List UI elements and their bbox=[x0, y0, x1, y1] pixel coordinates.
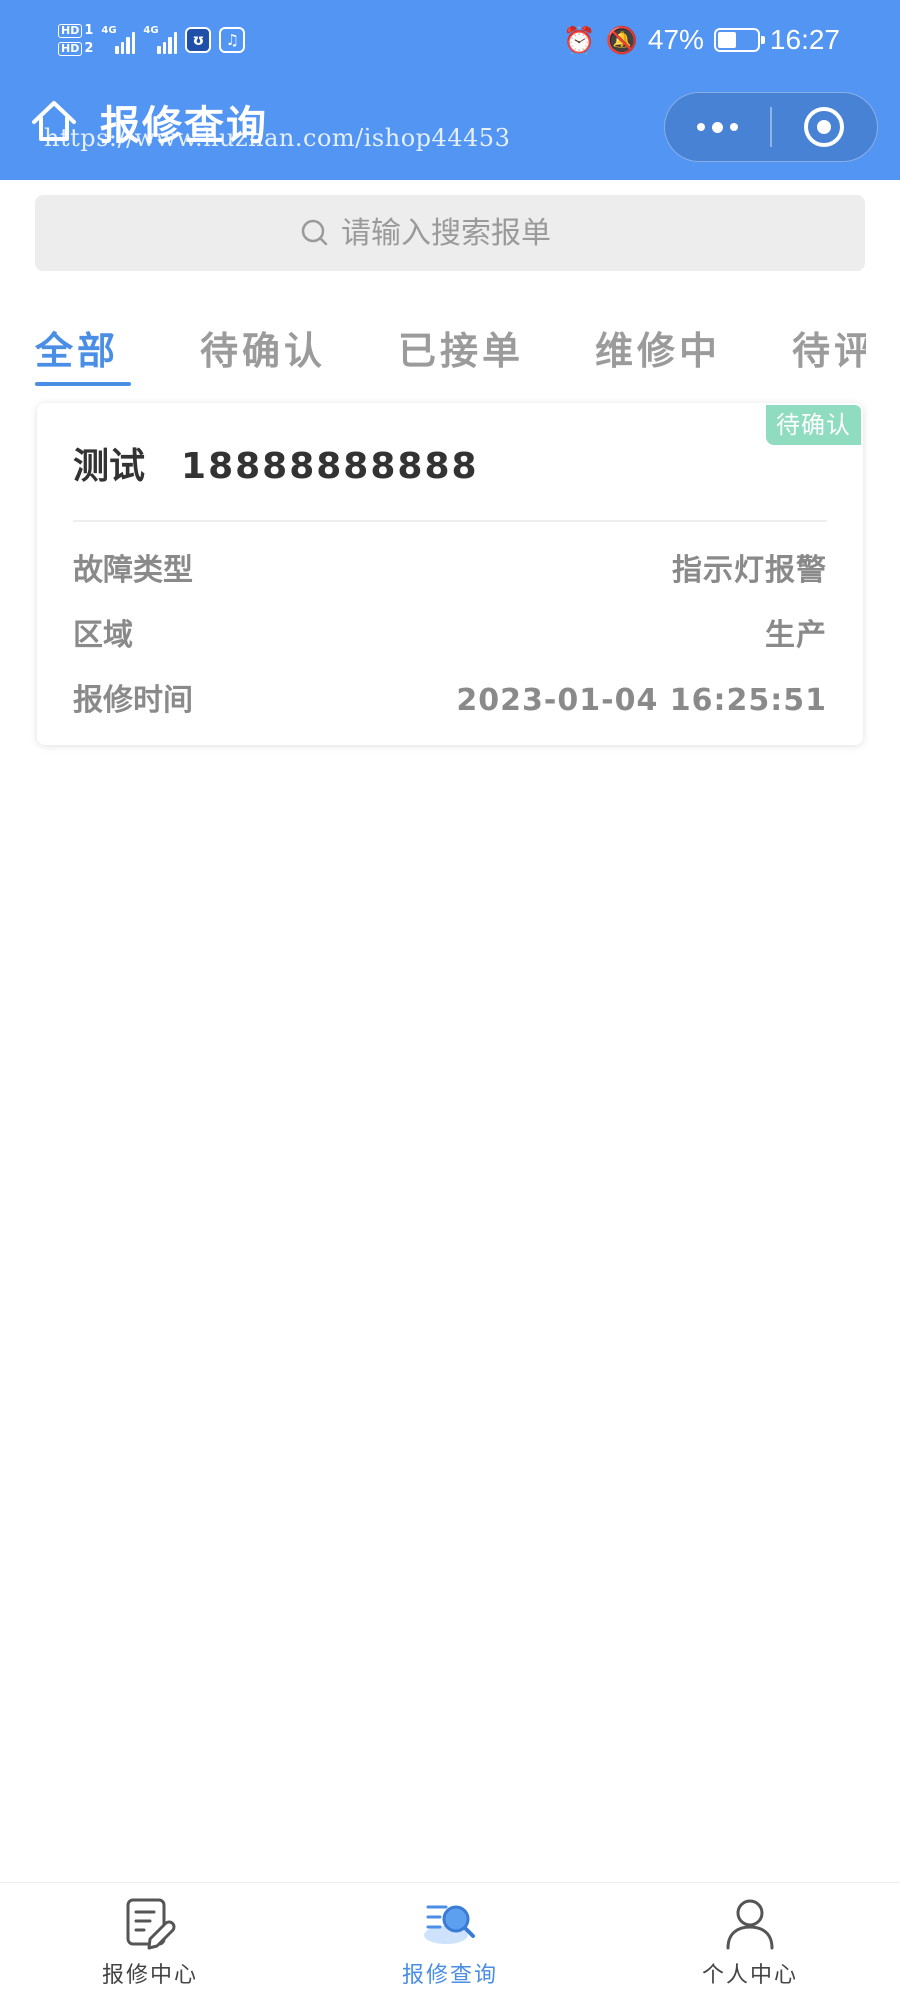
sim-indicators: HD 1 HD 2 bbox=[58, 24, 93, 56]
app-header: HD 1 HD 2 4G 4G ʊ ♫ ⏰ 🔕 47% 16:27 报修查询 h… bbox=[0, 0, 900, 180]
sim2-indicator: HD 2 bbox=[58, 42, 93, 56]
user-icon bbox=[726, 1899, 774, 1950]
status-bar-right: ⏰ 🔕 47% 16:27 bbox=[563, 18, 840, 62]
nav-bar: 报修查询 https://www.huzhan.com/ishop44453 bbox=[0, 80, 900, 180]
search-input[interactable] bbox=[341, 215, 601, 251]
report-time-row: 报修时间 2023-01-04 16:25:51 bbox=[73, 681, 827, 721]
tab-accepted[interactable]: 已接单 bbox=[398, 318, 524, 384]
tab-repairing[interactable]: 维修中 bbox=[595, 318, 721, 384]
signal-2-icon: 4G bbox=[143, 26, 178, 54]
contact-name: 测试 bbox=[73, 446, 146, 487]
sim1-indicator: HD 1 bbox=[58, 24, 93, 38]
tabbar-label: 报修查询 bbox=[401, 1963, 498, 1988]
card-divider bbox=[73, 520, 827, 522]
tabbar-label: 报修中心 bbox=[101, 1963, 198, 1988]
row-label: 故障类型 bbox=[73, 553, 193, 588]
search-box[interactable] bbox=[35, 195, 865, 271]
status-tabs: 全部 待确认 已接单 维修中 待评 bbox=[0, 318, 866, 388]
contact-phone: 18888888888 bbox=[181, 446, 479, 487]
battery-level bbox=[717, 32, 736, 48]
mini-program-capsule bbox=[664, 92, 878, 162]
row-label: 区域 bbox=[73, 618, 133, 653]
bottom-tab-bar: 报修中心 报修查询 个人中心 bbox=[0, 1882, 900, 2000]
alarm-icon: ⏰ bbox=[563, 24, 596, 55]
close-button[interactable] bbox=[772, 93, 877, 161]
battery-icon bbox=[713, 28, 765, 52]
area-row: 区域 生产 bbox=[73, 616, 827, 656]
order-card[interactable]: 待确认 测试 18888888888 故障类型 指示灯报警 区域 生产 报修时间… bbox=[37, 403, 863, 745]
more-dots-icon bbox=[697, 121, 739, 133]
row-value: 生产 bbox=[765, 618, 827, 653]
watermark-text: https://www.huzhan.com/ishop44453 bbox=[44, 124, 511, 152]
repair-form-icon bbox=[126, 1898, 176, 1950]
row-value: 2023-01-04 16:25:51 bbox=[456, 683, 827, 718]
mute-bell-icon: 🔕 bbox=[605, 24, 638, 55]
row-label: 报修时间 bbox=[73, 683, 193, 718]
search-icon bbox=[301, 219, 328, 246]
status-badge: 待确认 bbox=[766, 405, 861, 445]
search-list-icon bbox=[424, 1905, 475, 1944]
tab-pending-review[interactable]: 待评 bbox=[792, 318, 866, 384]
status-bar-left: HD 1 HD 2 4G 4G ʊ ♫ bbox=[58, 14, 246, 66]
more-button[interactable] bbox=[665, 93, 770, 161]
tabbar-item-repair-center[interactable]: 报修中心 bbox=[0, 1883, 300, 2000]
music-app-icon: ♫ bbox=[219, 27, 246, 53]
tab-pending-confirm[interactable]: 待确认 bbox=[200, 318, 326, 384]
clock: 16:27 bbox=[769, 24, 840, 55]
status-bar: HD 1 HD 2 4G 4G ʊ ♫ ⏰ 🔕 47% 16:27 bbox=[0, 0, 900, 80]
tabbar-item-repair-query[interactable]: 报修查询 bbox=[300, 1883, 600, 2000]
battery-percent: 47% bbox=[647, 24, 704, 55]
close-target-icon bbox=[804, 107, 845, 147]
tab-all[interactable]: 全部 bbox=[35, 318, 132, 386]
tabbar-label: 个人中心 bbox=[701, 1963, 798, 1988]
row-value: 指示灯报警 bbox=[672, 553, 827, 588]
tabbar-item-profile[interactable]: 个人中心 bbox=[600, 1883, 900, 2000]
notification-app-icon: ʊ bbox=[185, 27, 212, 53]
signal-1-icon: 4G bbox=[101, 26, 136, 54]
order-contact: 测试 18888888888 bbox=[73, 443, 479, 491]
fault-type-row: 故障类型 指示灯报警 bbox=[73, 551, 827, 591]
